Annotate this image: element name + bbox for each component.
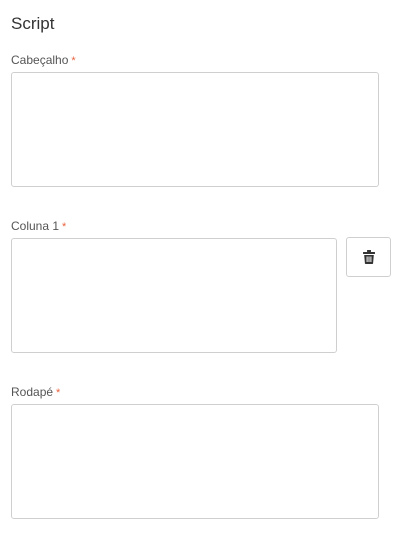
column1-required-mark: * bbox=[62, 221, 67, 233]
header-label: Cabeçalho bbox=[11, 53, 69, 67]
column1-textarea[interactable] bbox=[11, 238, 337, 353]
section-title: Script bbox=[11, 14, 55, 33]
delete-column-button[interactable] bbox=[346, 237, 391, 277]
trash-icon bbox=[362, 250, 375, 264]
column1-label-row: Coluna 1 * bbox=[11, 218, 66, 235]
header-textarea[interactable] bbox=[11, 72, 379, 187]
header-required-mark: * bbox=[71, 55, 76, 67]
footer-label-row: Rodapé * bbox=[11, 384, 60, 401]
footer-required-mark: * bbox=[56, 387, 61, 399]
column1-label: Coluna 1 bbox=[11, 219, 60, 233]
footer-label: Rodapé bbox=[11, 385, 54, 399]
footer-textarea[interactable] bbox=[11, 404, 379, 519]
header-label-row: Cabeçalho * bbox=[11, 52, 76, 69]
